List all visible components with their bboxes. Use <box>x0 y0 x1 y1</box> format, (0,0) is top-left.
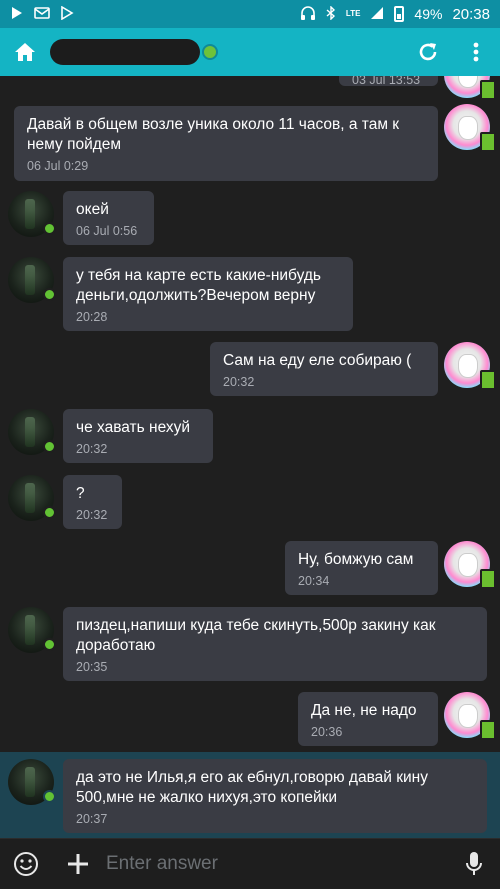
message-bubble-other[interactable]: да это не Илья,я его ак ебнул,говорю дав… <box>63 759 487 833</box>
self-avatar[interactable] <box>444 541 496 589</box>
message-bubble-other[interactable]: че хавать нехуй 20:32 <box>63 409 213 463</box>
message-time: 06 Jul 0:56 <box>76 224 138 238</box>
bluetooth-icon <box>326 5 336 22</box>
message-bubble-other[interactable]: пиздец,напиши куда тебе скинуть,500р зак… <box>63 607 487 681</box>
message-time: 20:32 <box>76 508 108 522</box>
message-time: 20:32 <box>223 375 255 389</box>
online-status-dot <box>43 222 56 235</box>
answer-input[interactable] <box>104 844 448 883</box>
mobile-device-icon <box>480 720 496 740</box>
self-avatar[interactable] <box>444 104 496 152</box>
contact-avatar[interactable] <box>8 475 56 521</box>
message-text: че хавать нехуй <box>76 419 191 436</box>
online-status-dot <box>202 44 218 60</box>
message-bubble-self[interactable]: Ну, бомжую сам 20:34 <box>285 541 438 595</box>
emoji-icon <box>14 851 38 876</box>
online-status-dot <box>43 790 56 803</box>
voice-button[interactable] <box>448 839 500 889</box>
emoji-button[interactable] <box>0 839 52 889</box>
message-time: 20:28 <box>76 310 108 324</box>
message-text: у тебя на карте есть какие-нибудь деньги… <box>76 267 326 304</box>
message-time: 06 Jul 0:29 <box>27 159 89 173</box>
more-options-button[interactable] <box>452 28 500 76</box>
contact-avatar[interactable] <box>8 257 56 303</box>
message-bubble-other[interactable]: ? 20:32 <box>63 475 122 529</box>
message-text: Давай в общем возле уника около 11 часов… <box>27 116 404 153</box>
message-bubble-self[interactable]: Сам на еду еле собираю ( 20:32 <box>210 342 438 396</box>
message-text: окей <box>76 201 109 218</box>
headset-icon <box>300 6 316 22</box>
play-store-icon <box>60 5 74 22</box>
home-icon <box>15 43 35 61</box>
online-status-dot <box>43 638 56 651</box>
message-list[interactable]: 03 Jul 13:53 Давай в общем возле уника о… <box>0 76 500 838</box>
plus-icon <box>68 853 88 874</box>
self-avatar[interactable] <box>444 76 496 100</box>
message-time: 20:35 <box>76 660 108 674</box>
message-text: ? <box>76 485 85 502</box>
message-text: пиздец,напиши куда тебе скинуть,500р зак… <box>76 617 440 654</box>
contact-avatar[interactable] <box>8 759 56 805</box>
self-avatar[interactable] <box>444 342 496 390</box>
message-time: 20:36 <box>311 725 343 739</box>
app-header <box>0 28 500 76</box>
status-bar-left <box>10 5 74 22</box>
message-bubble-self[interactable]: 03 Jul 13:53 <box>339 76 438 87</box>
clock: 20:38 <box>452 5 490 23</box>
home-button[interactable] <box>0 28 50 76</box>
battery-icon <box>394 6 405 22</box>
mobile-device-icon <box>480 80 496 100</box>
email-icon <box>34 6 50 22</box>
mobile-device-icon <box>480 132 496 152</box>
refresh-icon <box>419 43 437 61</box>
battery-percent: 49% <box>414 6 443 22</box>
self-avatar[interactable] <box>444 692 496 740</box>
online-status-dot <box>43 288 56 301</box>
compose-bar <box>0 838 500 888</box>
message-bubble-self[interactable]: Давай в общем возле уника около 11 часов… <box>14 106 438 181</box>
status-bar: LTE 49% 20:38 <box>0 0 500 28</box>
online-status-dot <box>43 506 56 519</box>
mobile-device-icon <box>480 370 496 390</box>
message-text: да это не Илья,я его ак ебнул,говорю дав… <box>76 769 433 806</box>
message-time: 20:37 <box>76 812 108 826</box>
lte-icon: LTE <box>345 9 361 18</box>
message-time: 20:34 <box>298 574 330 588</box>
message-time: 20:32 <box>76 442 108 456</box>
contact-avatar[interactable] <box>8 607 56 653</box>
more-vert-icon <box>473 42 479 62</box>
mobile-device-icon <box>480 569 496 589</box>
contact-name-redacted[interactable] <box>50 39 200 65</box>
signal-icon <box>370 6 384 22</box>
contact-avatar[interactable] <box>8 191 56 237</box>
message-time: 03 Jul 13:53 <box>352 76 421 87</box>
message-bubble-self[interactable]: Да не, не надо 20:36 <box>298 692 438 746</box>
play-icon <box>10 6 24 22</box>
message-bubble-other[interactable]: окей 06 Jul 0:56 <box>63 191 154 245</box>
message-text: Сам на еду еле собираю ( <box>223 352 412 369</box>
message-text: Да не, не надо <box>311 702 417 719</box>
contact-avatar[interactable] <box>8 409 56 455</box>
online-status-dot <box>43 440 56 453</box>
status-bar-right: LTE 49% 20:38 <box>300 5 490 23</box>
refresh-button[interactable] <box>404 28 452 76</box>
mic-icon <box>466 851 482 875</box>
message-bubble-other[interactable]: у тебя на карте есть какие-нибудь деньги… <box>63 257 353 331</box>
message-text: Ну, бомжую сам <box>298 551 414 568</box>
attach-button[interactable] <box>52 839 104 889</box>
